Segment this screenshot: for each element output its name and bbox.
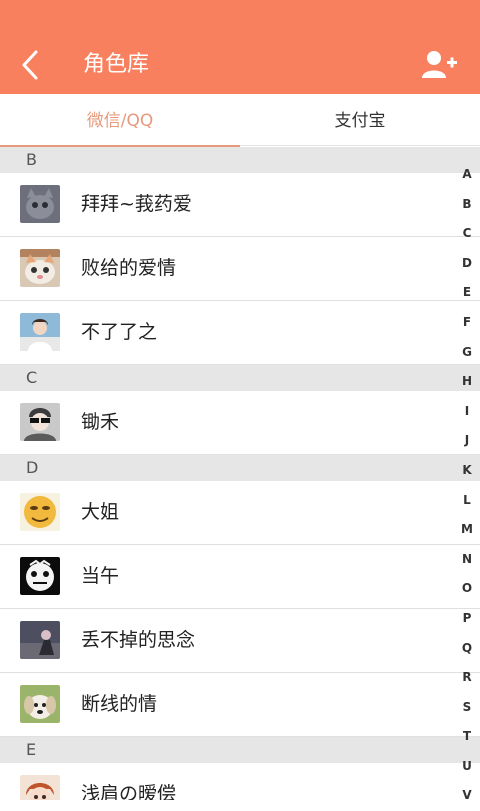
index-letter-n[interactable]: N — [454, 545, 480, 575]
tab-label: 支付宝 — [334, 111, 386, 131]
avatar — [20, 249, 60, 287]
tab-bar: 微信/QQ 支付宝 — [0, 94, 480, 147]
avatar — [20, 775, 60, 800]
index-letter-k[interactable]: K — [454, 456, 480, 486]
index-letter-t[interactable]: T — [454, 722, 480, 752]
contact-name: 不了了之 — [81, 321, 158, 343]
section-header-b: B — [0, 147, 480, 173]
avatar — [20, 557, 60, 595]
chevron-left-icon — [22, 50, 38, 80]
avatar — [20, 685, 60, 723]
index-letter-i[interactable]: I — [454, 397, 480, 427]
list-item[interactable]: 当午 — [0, 545, 480, 609]
contact-name: 浅肩の暧偿 — [81, 783, 177, 800]
alphabet-index[interactable]: ABCDEFGHIJKLMNOPQRSTUV — [454, 160, 480, 802]
tab-wechat-qq[interactable]: 微信/QQ — [0, 94, 240, 147]
index-letter-l[interactable]: L — [454, 486, 480, 516]
list-item[interactable]: 拜拜~莪药爱 — [0, 173, 480, 237]
index-letter-d[interactable]: D — [454, 249, 480, 279]
avatar — [20, 493, 60, 531]
section-header-d: D — [0, 455, 480, 481]
tab-alipay[interactable]: 支付宝 — [240, 94, 480, 146]
list-item[interactable]: 锄禾 — [0, 391, 480, 455]
contact-name: 拜拜~莪药爱 — [81, 193, 192, 215]
index-letter-f[interactable]: F — [454, 308, 480, 338]
contact-name: 败给的爱情 — [81, 257, 177, 279]
index-letter-q[interactable]: Q — [454, 634, 480, 664]
index-letter-c[interactable]: C — [454, 219, 480, 249]
list-item[interactable]: 大姐 — [0, 481, 480, 545]
avatar — [20, 403, 60, 441]
list-item[interactable]: 不了了之 — [0, 301, 480, 365]
index-letter-e[interactable]: E — [454, 278, 480, 308]
index-letter-g[interactable]: G — [454, 338, 480, 368]
index-letter-v[interactable]: V — [454, 781, 480, 811]
index-letter-b[interactable]: B — [454, 190, 480, 220]
index-letter-p[interactable]: P — [454, 604, 480, 634]
contact-name: 大姐 — [81, 501, 120, 523]
index-letter-m[interactable]: M — [454, 515, 480, 545]
list-item[interactable]: 败给的爱情 — [0, 237, 480, 301]
contact-name: 当午 — [81, 565, 120, 587]
avatar — [20, 621, 60, 659]
avatar — [20, 185, 60, 223]
avatar — [20, 313, 60, 351]
section-header-c: C — [0, 365, 480, 391]
contact-name: 锄禾 — [81, 411, 120, 433]
index-letter-r[interactable]: R — [454, 663, 480, 693]
index-letter-h[interactable]: H — [454, 367, 480, 397]
contact-name: 丢不掉的思念 — [81, 629, 196, 651]
list-item[interactable]: 丢不掉的思念 — [0, 609, 480, 673]
back-button[interactable] — [14, 48, 48, 82]
page-title: 角色库 — [83, 52, 150, 77]
list-item[interactable]: 断线的情 — [0, 673, 480, 737]
add-user-button[interactable] — [420, 48, 458, 82]
tab-label: 微信/QQ — [86, 111, 154, 131]
index-letter-s[interactable]: S — [454, 693, 480, 723]
contact-name: 断线的情 — [81, 693, 158, 715]
add-user-icon — [422, 51, 457, 78]
section-header-e: E — [0, 737, 480, 763]
index-letter-o[interactable]: O — [454, 574, 480, 604]
app-header: 角色库 — [0, 0, 480, 94]
contact-list[interactable]: B 拜拜~莪药爱 败给的爱情 不了了之 C 锄禾 D 大姐 当午 丢不掉的思念 … — [0, 147, 480, 800]
index-letter-j[interactable]: J — [454, 426, 480, 456]
index-letter-u[interactable]: U — [454, 752, 480, 782]
list-item[interactable]: 浅肩の暧偿 — [0, 763, 480, 800]
index-letter-a[interactable]: A — [454, 160, 480, 190]
